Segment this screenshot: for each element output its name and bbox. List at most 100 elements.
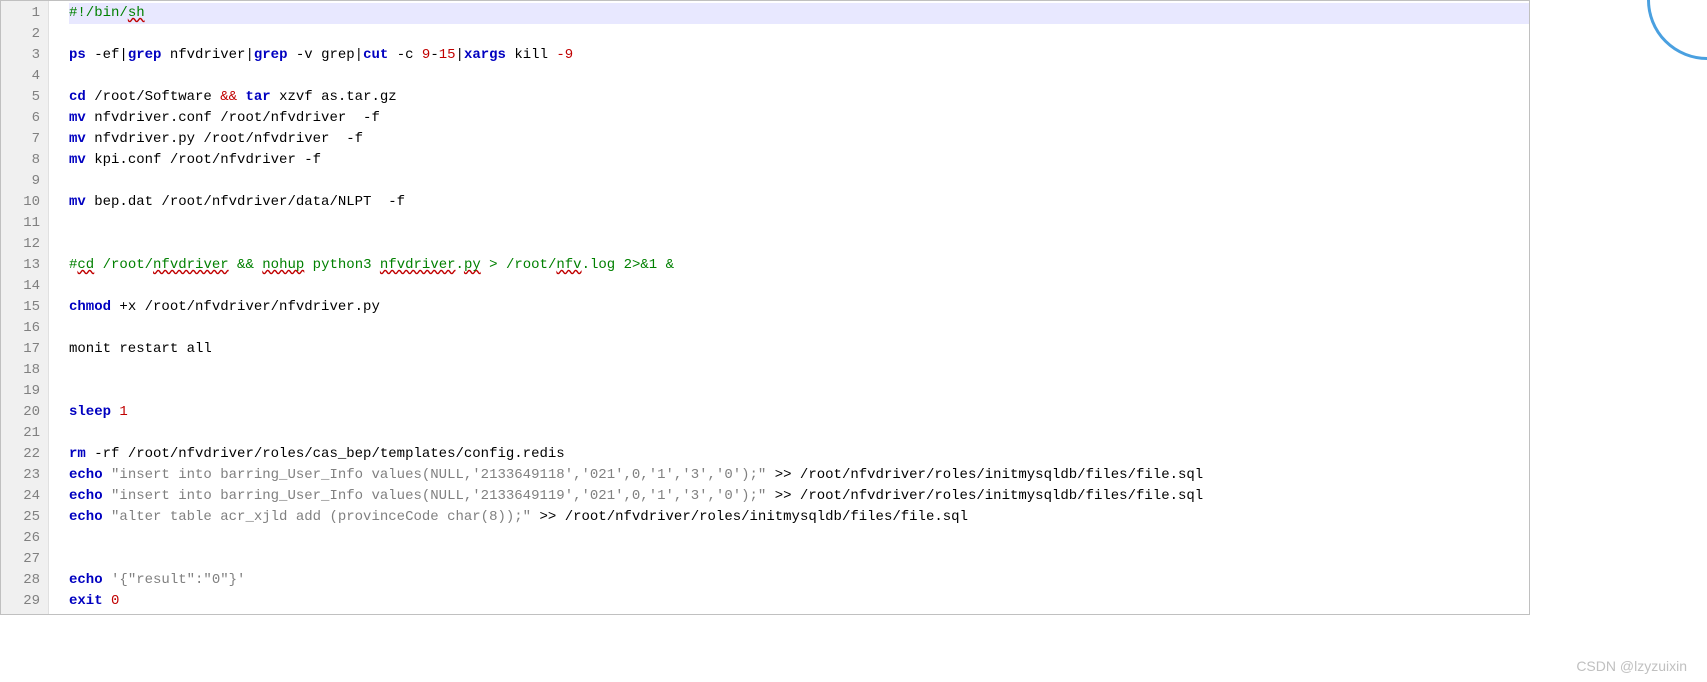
line-number: 2 <box>5 24 40 45</box>
code-token: +x /root/nfvdriver/nfvdriver.py <box>111 299 380 315</box>
code-line[interactable]: mv nfvdriver.py /root/nfvdriver -f <box>69 129 1529 150</box>
decorative-arc <box>1647 0 1707 60</box>
watermark-text: CSDN @lzyzuixin <box>1576 658 1687 674</box>
code-line[interactable] <box>69 360 1529 381</box>
line-number: 18 <box>5 360 40 381</box>
code-line[interactable] <box>69 528 1529 549</box>
line-number: 1 <box>5 3 40 24</box>
code-line[interactable]: chmod +x /root/nfvdriver/nfvdriver.py <box>69 297 1529 318</box>
code-token: > /root/ <box>481 257 557 273</box>
code-line[interactable]: echo "alter table acr_xjld add (province… <box>69 507 1529 528</box>
code-token: -v grep| <box>287 47 363 63</box>
code-line[interactable]: sleep 1 <box>69 402 1529 423</box>
line-number: 17 <box>5 339 40 360</box>
code-line[interactable] <box>69 276 1529 297</box>
code-token: grep <box>128 47 162 63</box>
line-number: 14 <box>5 276 40 297</box>
code-token: -rf /root/nfvdriver/roles/cas_bep/templa… <box>86 446 565 462</box>
code-token: sleep <box>69 404 111 420</box>
code-line[interactable]: exit 0 <box>69 591 1529 612</box>
code-token: cut <box>363 47 388 63</box>
line-number: 19 <box>5 381 40 402</box>
code-line[interactable]: mv kpi.conf /root/nfvdriver -f <box>69 150 1529 171</box>
line-number: 21 <box>5 423 40 444</box>
code-line[interactable]: echo "insert into barring_User_Info valu… <box>69 465 1529 486</box>
code-token: nfvdriver <box>153 257 229 273</box>
code-token: nfvdriver <box>380 257 456 273</box>
code-token: "alter table acr_xjld add (provinceCode … <box>111 509 531 525</box>
code-token: mv <box>69 152 86 168</box>
line-number: 9 <box>5 171 40 192</box>
code-token: '{"result":"0"}' <box>111 572 245 588</box>
code-token: . <box>456 257 464 273</box>
code-line[interactable]: mv nfvdriver.conf /root/nfvdriver -f <box>69 108 1529 129</box>
code-token: sh <box>128 5 145 21</box>
code-line[interactable] <box>69 549 1529 570</box>
code-token: python3 <box>304 257 380 273</box>
code-line[interactable] <box>69 381 1529 402</box>
code-line[interactable]: ps -ef|grep nfvdriver|grep -v grep|cut -… <box>69 45 1529 66</box>
line-number: 15 <box>5 297 40 318</box>
code-token: monit restart all <box>69 341 212 357</box>
code-token: "insert into barring_User_Info values(NU… <box>111 488 766 504</box>
code-line[interactable] <box>69 66 1529 87</box>
code-token: nohup <box>262 257 304 273</box>
code-token: kill <box>506 47 556 63</box>
code-token: "insert into barring_User_Info values(NU… <box>111 467 766 483</box>
code-line[interactable]: #cd /root/nfvdriver && nohup python3 nfv… <box>69 255 1529 276</box>
code-token: ps <box>69 47 86 63</box>
code-line[interactable] <box>69 213 1529 234</box>
code-line[interactable]: #!/bin/sh <box>69 3 1529 24</box>
code-token: /root/ <box>94 257 153 273</box>
code-line[interactable]: cd /root/Software && tar xzvf as.tar.gz <box>69 87 1529 108</box>
code-line[interactable]: echo '{"result":"0"}' <box>69 570 1529 591</box>
code-area[interactable]: #!/bin/sh ps -ef|grep nfvdriver|grep -v … <box>49 1 1529 614</box>
code-line[interactable] <box>69 171 1529 192</box>
code-line[interactable] <box>69 234 1529 255</box>
code-token: echo <box>69 509 103 525</box>
code-token: cd <box>77 257 94 273</box>
code-token: 1 <box>119 404 127 420</box>
code-token: -ef| <box>86 47 128 63</box>
code-token: bep.dat /root/nfvdriver/data/NLPT -f <box>86 194 405 210</box>
line-number: 25 <box>5 507 40 528</box>
code-token: xzvf as.tar.gz <box>271 89 397 105</box>
code-token <box>103 593 111 609</box>
code-line[interactable]: monit restart all <box>69 339 1529 360</box>
code-token: mv <box>69 131 86 147</box>
code-token: xargs <box>464 47 506 63</box>
code-token: nfvdriver.conf /root/nfvdriver -f <box>86 110 380 126</box>
code-token: exit <box>69 593 103 609</box>
code-token <box>103 509 111 525</box>
code-editor[interactable]: 1234567891011121314151617181920212223242… <box>0 0 1530 615</box>
code-token <box>103 467 111 483</box>
line-number: 29 <box>5 591 40 612</box>
line-number: 3 <box>5 45 40 66</box>
code-token: /root/Software <box>86 89 220 105</box>
code-token: - <box>430 47 438 63</box>
code-token: mv <box>69 194 86 210</box>
code-line[interactable] <box>69 423 1529 444</box>
code-line[interactable]: echo "insert into barring_User_Info valu… <box>69 486 1529 507</box>
code-line[interactable]: rm -rf /root/nfvdriver/roles/cas_bep/tem… <box>69 444 1529 465</box>
code-line[interactable] <box>69 318 1529 339</box>
code-token: -c <box>388 47 422 63</box>
code-token: >> /root/nfvdriver/roles/initmysqldb/fil… <box>531 509 968 525</box>
code-token: -9 <box>556 47 573 63</box>
code-token: cd <box>69 89 86 105</box>
code-line[interactable]: mv bep.dat /root/nfvdriver/data/NLPT -f <box>69 192 1529 213</box>
line-number: 20 <box>5 402 40 423</box>
line-number: 4 <box>5 66 40 87</box>
code-token: mv <box>69 110 86 126</box>
line-number-gutter: 1234567891011121314151617181920212223242… <box>1 1 49 614</box>
line-number: 6 <box>5 108 40 129</box>
code-token: grep <box>254 47 288 63</box>
code-token: py <box>464 257 481 273</box>
line-number: 11 <box>5 213 40 234</box>
code-token: nfvdriver| <box>161 47 253 63</box>
line-number: 22 <box>5 444 40 465</box>
line-number: 24 <box>5 486 40 507</box>
code-token: 15 <box>439 47 456 63</box>
line-number: 12 <box>5 234 40 255</box>
code-line[interactable] <box>69 24 1529 45</box>
